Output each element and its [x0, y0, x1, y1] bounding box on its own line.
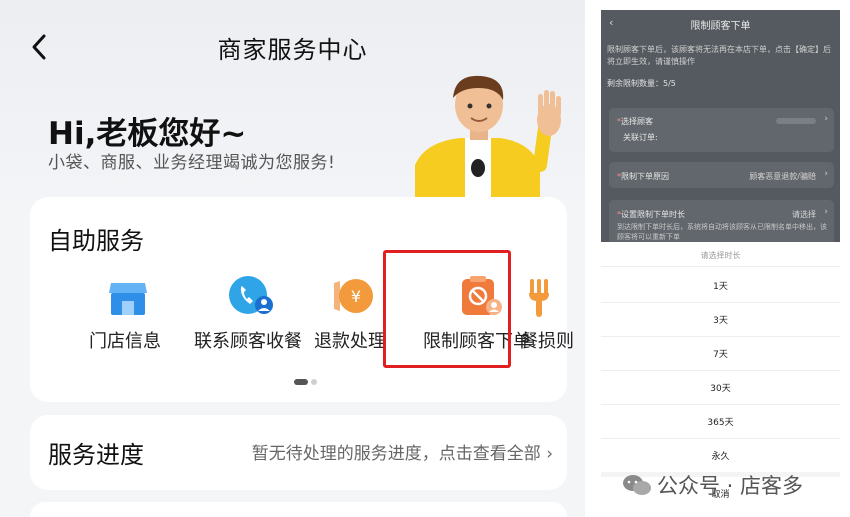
divider — [601, 438, 840, 439]
merchant-service-screen: 商家服务中心 Hi,老板您好~ 小袋、商服、业务经理竭诚为您服务! 自助服务 门… — [0, 0, 585, 517]
duration-option[interactable]: 1天 — [601, 279, 840, 292]
fork-icon — [529, 279, 549, 317]
restrict-notice: 限制顾客下单后，该顾客将无法再在本店下单，点击【确定】后将立即生效，请谨慎操作 — [607, 45, 831, 66]
duration-description: 到达限制下单时长后，系统将自动将该顾客从已限制名单中移出，该顾客将可以重新下单 — [617, 223, 827, 241]
duration-label: *设置限制下单时长 — [617, 210, 685, 219]
service-store-info[interactable]: 门店信息 — [65, 273, 185, 373]
service-label: 门店信息 — [89, 331, 161, 352]
reason-value: 顾客恶意退款/骗赔 — [749, 172, 816, 181]
duration-value: 请选择 — [792, 210, 816, 219]
assistant-avatar — [415, 75, 561, 200]
watermark: 公众号 · 店客多 — [657, 474, 804, 498]
restrict-header: ‹ 限制顾客下单 — [601, 10, 840, 36]
duration-option[interactable]: 30天 — [601, 381, 840, 394]
restrict-page-title: 限制顾客下单 — [690, 21, 751, 32]
service-progress-card[interactable]: 服务进度 暂无待处理的服务进度，点击查看全部 › — [30, 415, 567, 490]
duration-option[interactable]: 3天 — [601, 313, 840, 326]
wechat-icon — [623, 475, 651, 495]
chevron-right-icon: › — [824, 114, 828, 124]
greeting-subtitle: 小袋、商服、业务经理竭诚为您服务! — [48, 153, 336, 173]
related-order-label: 关联订单: — [623, 133, 658, 142]
service-label: 餐损则 — [520, 331, 574, 352]
progress-link-text: 暂无待处理的服务进度，点击查看全部 — [251, 444, 541, 464]
picker-title: 请选择时长 — [700, 251, 741, 260]
page-title: 商家服务中心 — [217, 36, 368, 64]
self-service-title: 自助服务 — [48, 227, 144, 255]
carousel-dots — [294, 379, 317, 385]
select-customer-row[interactable]: *选择顾客 关联订单: › — [609, 108, 834, 152]
divider — [601, 404, 840, 405]
reason-row[interactable]: *限制下单原因 顾客恶意退款/骗赔 › — [609, 162, 834, 188]
reason-label: *限制下单原因 — [617, 172, 669, 181]
duration-option[interactable]: 永久 — [601, 449, 840, 462]
dimmed-form-overlay: ‹ 限制顾客下单 限制顾客下单后，该顾客将无法再在本店下单，点击【确定】后将立即… — [601, 10, 840, 242]
refund-yen-icon: ¥ — [334, 279, 373, 313]
remaining-count: 剩余限制数量：5/5 — [607, 79, 676, 88]
divider — [601, 336, 840, 337]
service-meal-loss[interactable]: 餐损则 — [520, 273, 580, 373]
chevron-right-icon: › — [546, 444, 553, 464]
phone-user-icon — [229, 276, 273, 314]
chevron-right-icon: › — [824, 207, 828, 217]
restrict-order-screen: ‹ 限制顾客下单 限制顾客下单后，该顾客将无法再在本店下单，点击【确定】后将立即… — [601, 10, 840, 517]
svg-text:¥: ¥ — [351, 287, 361, 306]
duration-row[interactable]: *设置限制下单时长 请选择 › 到达限制下单时长后，系统将自动将该顾客从已限制名… — [609, 200, 834, 242]
select-customer-label: *选择顾客 — [617, 117, 653, 126]
storefront-icon — [109, 283, 147, 315]
chevron-right-icon: › — [824, 169, 828, 179]
divider — [601, 370, 840, 371]
progress-title: 服务进度 — [48, 441, 144, 469]
duration-option[interactable]: 7天 — [601, 347, 840, 360]
greeting-title: Hi,老板您好~ — [48, 116, 247, 152]
nav-bar: 商家服务中心 — [0, 20, 585, 75]
duration-option[interactable]: 365天 — [601, 415, 840, 428]
progress-view-all-link[interactable]: 暂无待处理的服务进度，点击查看全部 › — [252, 439, 553, 464]
next-card — [30, 502, 567, 517]
highlight-box — [383, 250, 511, 368]
customer-name-masked — [776, 118, 816, 124]
divider — [601, 266, 840, 267]
divider — [601, 302, 840, 303]
